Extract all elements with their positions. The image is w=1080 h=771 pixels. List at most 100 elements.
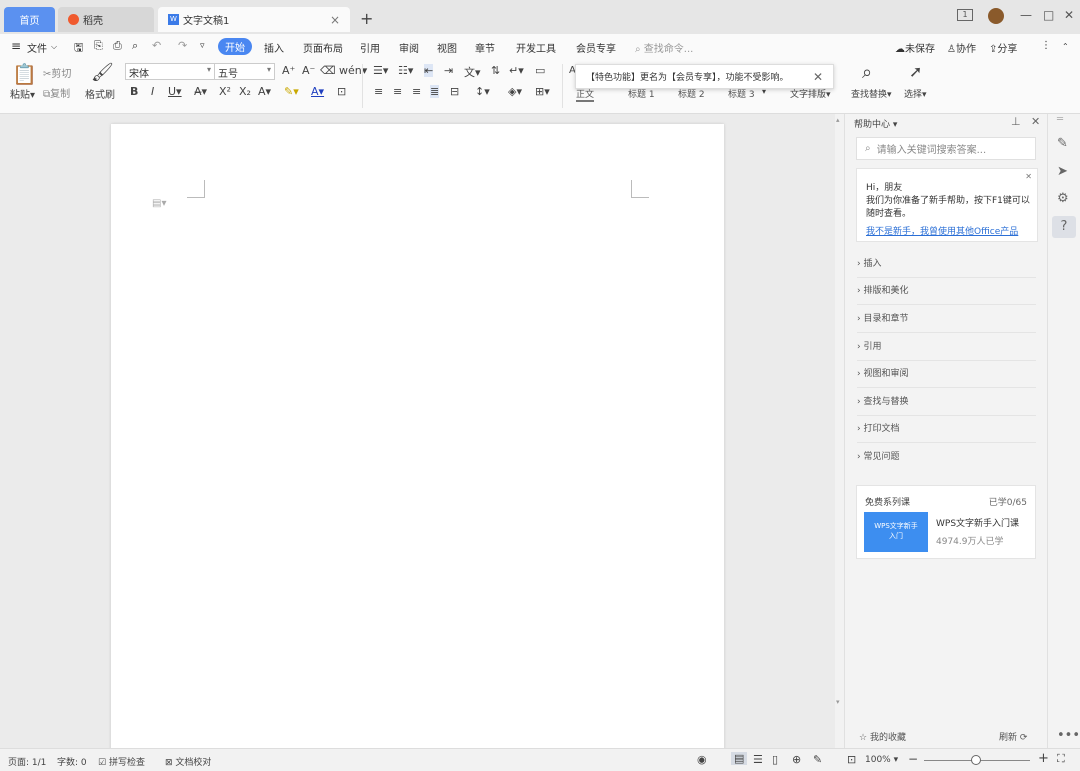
tab-document[interactable]: W 文字文稿1 ×	[158, 7, 350, 32]
collapse-ribbon-icon[interactable]: ⌃	[1062, 42, 1069, 51]
not-beginner-link[interactable]: 我不是新手，我曾使用其他Office产品	[866, 224, 1018, 237]
align-right-icon[interactable]: ≡	[412, 85, 421, 98]
web-view-icon[interactable]: ⊕	[792, 753, 801, 766]
tab-home[interactable]: 首页	[4, 7, 55, 32]
pen-icon[interactable]: ✎	[1057, 136, 1068, 151]
menu-member[interactable]: 会员专享	[576, 40, 616, 55]
save-icon[interactable]: 🖫	[74, 39, 83, 58]
decrease-indent-icon[interactable]: ⇤	[424, 64, 434, 77]
distributed-icon[interactable]: ⊟	[450, 85, 459, 98]
align-left-icon[interactable]: ≡	[374, 85, 383, 98]
font-color-icon[interactable]: A▾	[311, 85, 324, 98]
text-effect-icon[interactable]: A▾	[258, 85, 271, 98]
select-button[interactable]: 选择▾	[904, 87, 927, 100]
underline-icon[interactable]: U▾	[168, 85, 182, 98]
new-tab-plus-icon[interactable]: +	[360, 9, 373, 28]
paste-button[interactable]: 粘贴▾	[10, 86, 35, 101]
zoom-slider-handle[interactable]	[971, 755, 981, 765]
redo-icon[interactable]: ↷	[178, 39, 187, 52]
refresh-button[interactable]: 刷新 ⟳	[999, 730, 1027, 743]
bold-icon[interactable]: B	[130, 85, 138, 98]
shrink-font-icon[interactable]: A⁻	[302, 64, 315, 77]
course-card[interactable]: 免费系列课 已学0/65 WPS文字新手入门 WPS文字新手入门课 4974.9…	[856, 485, 1036, 559]
strikethrough-icon[interactable]: A̶▾	[194, 85, 207, 98]
minimize-icon[interactable]: —	[1020, 8, 1032, 22]
bullet-list-icon[interactable]: ☰▾	[373, 64, 388, 77]
menu-review[interactable]: 审阅	[399, 40, 419, 55]
subscript-icon[interactable]: X₂	[239, 85, 251, 98]
menu-references[interactable]: 引用	[360, 40, 380, 55]
collab-button[interactable]: ♙协作	[947, 40, 976, 55]
help-topic-references[interactable]: › 引用	[857, 334, 1036, 361]
menu-file[interactable]: 文件	[27, 40, 47, 55]
eye-protection-icon[interactable]: ◉	[697, 753, 707, 766]
style-normal[interactable]: 正文	[576, 87, 595, 102]
menu-developer[interactable]: 开发工具	[516, 40, 556, 55]
zoom-out-icon[interactable]: −	[908, 752, 918, 766]
paragraph-layout-icon[interactable]: ▤▾	[152, 198, 166, 209]
close-tab-icon[interactable]: ×	[330, 13, 340, 27]
vertical-scrollbar[interactable]: ▴ ▾	[835, 114, 844, 748]
chinese-layout-icon[interactable]: 文▾	[464, 64, 481, 80]
unsaved-status[interactable]: ☁未保存	[895, 40, 935, 55]
help-topic-layout[interactable]: › 排版和美化	[857, 278, 1036, 305]
search-command[interactable]: ⌕ 查找命令...	[635, 40, 693, 55]
format-painter-label[interactable]: 格式刷	[85, 86, 115, 101]
sort-icon[interactable]: ⇅	[491, 64, 500, 77]
print-icon[interactable]: ⎙	[113, 39, 122, 53]
help-topic-insert[interactable]: › 插入	[857, 251, 1036, 278]
proofread-button[interactable]: ⊠ 文档校对	[165, 755, 211, 768]
chevron-down-icon[interactable]: ⌵	[51, 42, 57, 52]
find-replace-button[interactable]: 查找替换▾	[851, 87, 892, 100]
paste-icon[interactable]: 📋	[12, 62, 37, 86]
share-button[interactable]: ⇪分享	[989, 40, 1017, 55]
cut-button[interactable]: ✂剪切	[43, 65, 71, 80]
shading-icon[interactable]: ◈▾	[508, 85, 522, 98]
clear-format-icon[interactable]: ⌫	[320, 64, 336, 77]
menu-insert[interactable]: 插入	[264, 40, 284, 55]
scroll-up-icon[interactable]: ▴	[836, 116, 840, 124]
print-preview-icon[interactable]: ⌕	[132, 39, 138, 53]
undo-icon[interactable]: ↶	[152, 39, 161, 52]
favorites-button[interactable]: ☆ 我的收藏	[859, 730, 906, 743]
pointer-icon[interactable]: ➤	[1057, 164, 1068, 179]
ruler-icon[interactable]: ▭	[535, 64, 545, 77]
help-icon[interactable]: ?	[1052, 216, 1076, 238]
font-family-select[interactable]: 宋体 ▾	[125, 63, 215, 80]
quick-access-dropdown-icon[interactable]: ▿	[200, 41, 205, 51]
menu-page-layout[interactable]: 页面布局	[303, 40, 343, 55]
close-card-icon[interactable]: ✕	[1025, 172, 1032, 181]
fullscreen-icon[interactable]: ⛶	[1057, 752, 1065, 766]
menu-view[interactable]: 视图	[437, 40, 457, 55]
menu-home[interactable]: 开始	[218, 38, 252, 55]
borders-icon[interactable]: ⊞▾	[535, 85, 550, 98]
reading-view-icon[interactable]: ▯	[772, 753, 778, 766]
scroll-down-icon[interactable]: ▾	[836, 698, 840, 706]
zoom-in-icon[interactable]: +	[1038, 751, 1049, 766]
find-icon[interactable]: ⌕	[862, 62, 872, 83]
word-count[interactable]: 字数: 0	[57, 755, 87, 768]
font-size-select[interactable]: 五号 ▾	[214, 63, 275, 80]
sidebar-grip-icon[interactable]: ═	[1057, 114, 1063, 125]
page-indicator[interactable]: 页面: 1/1	[8, 755, 46, 768]
cursor-select-icon[interactable]: ➚	[909, 62, 922, 81]
page-view-icon[interactable]: ▤	[731, 752, 748, 765]
line-spacing-icon[interactable]: ↕▾	[475, 85, 490, 98]
superscript-icon[interactable]: X²	[219, 85, 231, 98]
avatar[interactable]	[988, 8, 1004, 24]
char-border-icon[interactable]: ⊡	[337, 85, 346, 98]
help-topic-toc[interactable]: › 目录和章节	[857, 306, 1036, 333]
format-painter-icon[interactable]: 🖌	[91, 62, 114, 83]
help-search-input[interactable]: ⌕ 请输入关键词搜索答案...	[856, 137, 1036, 160]
close-icon[interactable]: ✕	[813, 70, 823, 84]
help-topic-view-review[interactable]: › 视图和审阅	[857, 361, 1036, 388]
italic-icon[interactable]: I	[151, 85, 154, 98]
pin-icon[interactable]: ⊥	[1011, 115, 1021, 128]
document-page[interactable]: ▤▾	[111, 124, 724, 764]
close-window-icon[interactable]: ✕	[1064, 8, 1074, 22]
spell-check-button[interactable]: ☑ 拼写检查	[98, 755, 145, 768]
more-horizontal-icon[interactable]: •••	[1057, 728, 1080, 743]
help-topic-print[interactable]: › 打印文档	[857, 416, 1036, 443]
more-vertical-icon[interactable]: ⋮	[1041, 40, 1051, 51]
grow-font-icon[interactable]: A⁺	[282, 64, 295, 77]
